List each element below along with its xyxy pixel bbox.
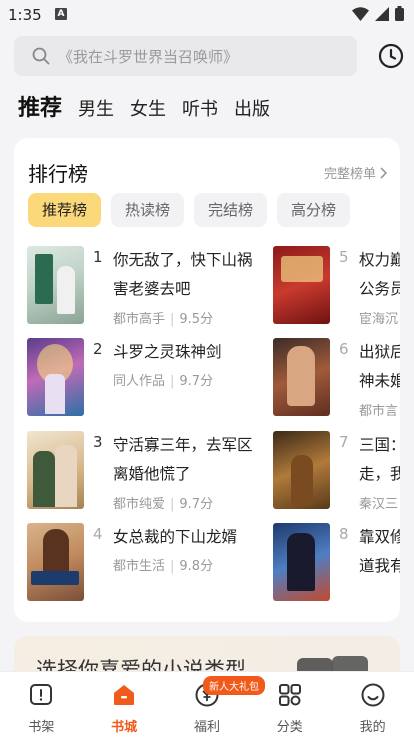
full-ranking-label: 完整榜单: [323, 167, 376, 182]
nav-welfare[interactable]: 新人大礼包 福利: [177, 676, 265, 737]
rank-number: 3: [93, 433, 103, 451]
wifi-icon: [352, 6, 369, 21]
tab-audiobook[interactable]: 听书: [182, 95, 218, 121]
rank-number: 6: [339, 340, 349, 358]
rank-tab-recommend[interactable]: 推荐榜: [28, 193, 102, 227]
rank-tab-high-score[interactable]: 高分榜: [277, 193, 351, 227]
notification-a-icon: A: [55, 8, 67, 20]
book-title: 斗罗之灵珠神剑: [113, 343, 222, 361]
book-cover: [273, 338, 330, 416]
search-input[interactable]: 《我在斗罗世界当召唤师》: [14, 36, 357, 76]
nav-bookstore[interactable]: 书城: [94, 682, 154, 737]
grid-icon: [278, 684, 301, 706]
book-cover: [273, 523, 330, 601]
nav-profile[interactable]: 我的: [343, 682, 403, 737]
book-cover: [273, 246, 330, 324]
book-meta: 宦海沉: [359, 312, 399, 327]
bookshelf-icon: [30, 684, 53, 705]
ranking-title: 排行榜: [28, 162, 88, 186]
book-item[interactable]: 2 斗罗之灵珠神剑 同人作品 | 9.7分: [27, 338, 277, 422]
book-item[interactable]: 3 守活寡三年，去军区离婚他慌了 都市纯爱 | 9.7分: [27, 431, 277, 515]
rank-number: 1: [93, 248, 103, 266]
chevron-right-icon: [380, 166, 388, 179]
book-meta: 都市生活 | 9.8分: [113, 559, 214, 574]
smiley-profile-icon: [361, 683, 385, 707]
nav-label: 我的: [359, 720, 386, 735]
bottom-nav: 书架 书城 新人大礼包 福利 分类 我的: [0, 671, 414, 737]
tab-male[interactable]: 男生: [78, 95, 114, 121]
tab-published[interactable]: 出版: [234, 95, 270, 121]
book-meta: 同人作品 | 9.7分: [113, 374, 214, 389]
book-meta: 都市纯爱 | 9.7分: [113, 497, 214, 512]
search-icon: [32, 47, 50, 65]
rank-tab-finished[interactable]: 完结榜: [194, 193, 268, 227]
rank-number: 7: [339, 433, 349, 451]
status-bar: 1:35 A: [0, 0, 414, 30]
book-title: 你无敌了，快下山祸害老婆去吧: [113, 251, 253, 298]
tab-recommend[interactable]: 推荐: [18, 90, 62, 122]
search-row: 《我在斗罗世界当召唤师》: [14, 36, 404, 78]
new-user-gift-badge: 新人大礼包: [202, 676, 265, 695]
nav-label: 福利: [193, 720, 220, 735]
full-ranking-link[interactable]: 完整榜单: [324, 163, 388, 182]
book-cover: [273, 431, 330, 509]
nav-label: 书城: [111, 720, 138, 735]
home-store-icon: [114, 685, 135, 705]
book-meta: 秦汉三: [359, 497, 399, 512]
signal-icon: [375, 6, 389, 21]
book-cover: [27, 338, 84, 416]
book-title: 女总裁的下山龙婿: [113, 528, 238, 546]
book-title: 三国：走，我: [359, 436, 400, 483]
book-cover: [27, 246, 84, 324]
clock-history-icon[interactable]: [378, 43, 404, 69]
book-title: 权力巅 公务员: [359, 251, 400, 298]
book-item[interactable]: 7 三国：走，我 秦汉三: [273, 431, 400, 515]
book-item[interactable]: 4 女总裁的下山龙婿 都市生活 | 9.8分: [27, 523, 277, 607]
book-title: 靠双修 道我有: [359, 528, 400, 575]
battery-icon: [395, 6, 404, 21]
book-item[interactable]: 6 出狱后 神未婚 都市言: [273, 338, 400, 422]
status-icons: [352, 6, 404, 21]
book-item[interactable]: 5 权力巅 公务员 宦海沉: [273, 246, 400, 330]
nav-categories[interactable]: 分类: [260, 682, 320, 737]
rank-number: 8: [339, 525, 349, 543]
ranking-tabs: 推荐榜 热读榜 完结榜 高分榜: [28, 193, 351, 227]
nav-bookshelf[interactable]: 书架: [11, 682, 71, 737]
category-tabs: 推荐 男生 女生 听书 出版: [18, 90, 270, 122]
status-time: 1:35: [8, 6, 42, 24]
book-meta: 都市言: [359, 404, 399, 419]
nav-label: 书架: [28, 720, 55, 735]
search-placeholder: 《我在斗罗世界当召唤师》: [58, 47, 239, 66]
ranking-card: 排行榜 完整榜单 推荐榜 热读榜 完结榜 高分榜 1 你无敌了，快下山祸害老婆去…: [14, 138, 400, 622]
rank-number: 2: [93, 340, 103, 358]
nav-label: 分类: [276, 720, 303, 735]
book-cover: [27, 523, 84, 601]
book-meta: 都市高手 | 9.5分: [113, 312, 214, 327]
book-title: 守活寡三年，去军区离婚他慌了: [113, 436, 253, 483]
book-item[interactable]: 1 你无敌了，快下山祸害老婆去吧 都市高手 | 9.5分: [27, 246, 277, 330]
book-cover: [27, 431, 84, 509]
rank-number: 4: [93, 525, 103, 543]
tab-female[interactable]: 女生: [130, 95, 166, 121]
book-item[interactable]: 8 靠双修 道我有: [273, 523, 400, 607]
rank-number: 5: [339, 248, 349, 266]
book-title: 出狱后 神未婚: [359, 343, 400, 390]
rank-tab-hot[interactable]: 热读榜: [111, 193, 185, 227]
